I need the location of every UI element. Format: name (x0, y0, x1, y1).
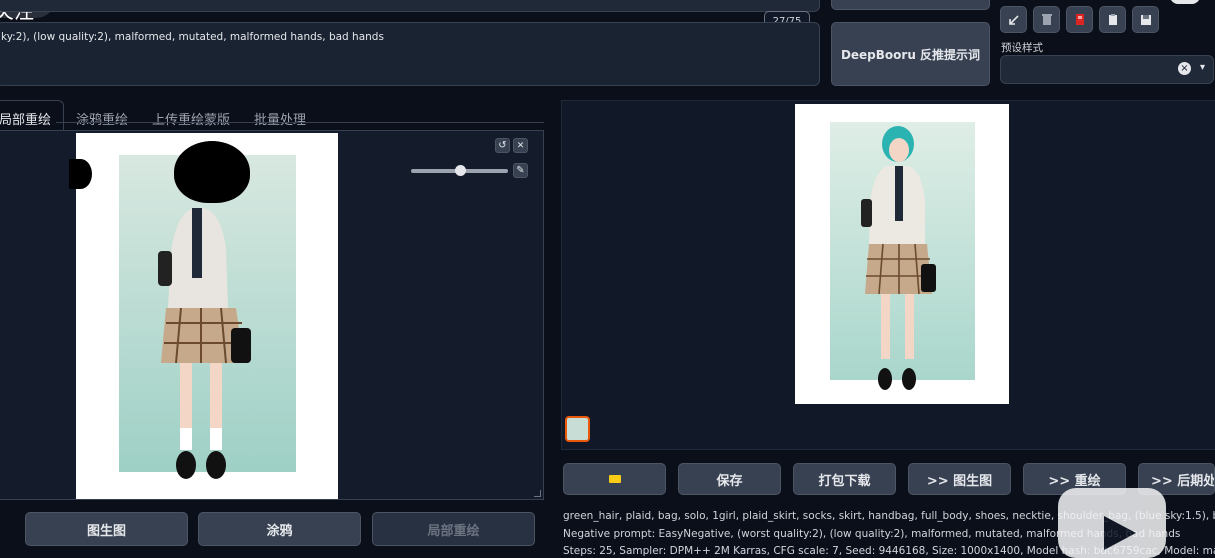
deepbooru-button[interactable]: DeepBooru 反推提示词 (831, 22, 990, 86)
clipboard-icon[interactable] (1099, 6, 1126, 33)
inpaint-image[interactable] (76, 133, 338, 499)
style-toolbar (1000, 6, 1159, 33)
send-to-sketch-button[interactable]: 涂鸦 (198, 512, 361, 546)
undo-icon[interactable]: ↺ (495, 138, 510, 153)
brush-icon[interactable]: ✎ (513, 163, 528, 178)
inpaint-canvas-panel[interactable]: ↺ ✕ ✎ (0, 130, 544, 500)
output-figure (861, 126, 936, 390)
output-gallery[interactable] (561, 100, 1215, 450)
red-book-icon[interactable] (1066, 6, 1093, 33)
save-icon[interactable] (1132, 6, 1159, 33)
interrogate-clip-button[interactable] (831, 0, 990, 10)
brush-size-slider[interactable] (411, 165, 508, 176)
negative-prompt-text: ky:2), (low quality:2), malformed, mutat… (1, 31, 384, 43)
negative-prompt-textarea[interactable]: ky:2), (low quality:2), malformed, mutat… (0, 22, 820, 86)
top-right-bubble (1170, 0, 1200, 4)
send-to-img2img-button[interactable]: 图生图 (25, 512, 188, 546)
play-overlay-icon[interactable] (1058, 488, 1166, 558)
send-to-inpaint-button[interactable]: 局部重绘 (372, 512, 535, 546)
styles-label: 预设样式 (1001, 42, 1043, 54)
open-folder-button[interactable] (563, 463, 666, 495)
close-icon[interactable]: ✕ (513, 138, 528, 153)
prompt-textarea[interactable] (0, 0, 820, 12)
save-button[interactable]: 保存 (678, 463, 781, 495)
send-img2img-button[interactable]: >> 图生图 (908, 463, 1011, 495)
mask-blob (174, 141, 250, 203)
folder-icon (608, 475, 621, 483)
trash-icon[interactable] (1033, 6, 1060, 33)
slider-thumb[interactable] (454, 165, 466, 176)
gallery-thumbnail[interactable] (565, 416, 590, 442)
zip-download-button[interactable]: 打包下载 (793, 463, 896, 495)
styles-dropdown[interactable]: × ▾ (1000, 55, 1214, 84)
mask-edge-blob (69, 159, 92, 189)
clear-icon[interactable]: × (1178, 62, 1191, 75)
output-image[interactable] (795, 104, 1009, 404)
arrow-icon[interactable] (1000, 6, 1027, 33)
chevron-down-icon[interactable]: ▾ (1200, 62, 1205, 73)
tabs-divider (56, 122, 544, 123)
resize-handle[interactable] (534, 490, 541, 497)
